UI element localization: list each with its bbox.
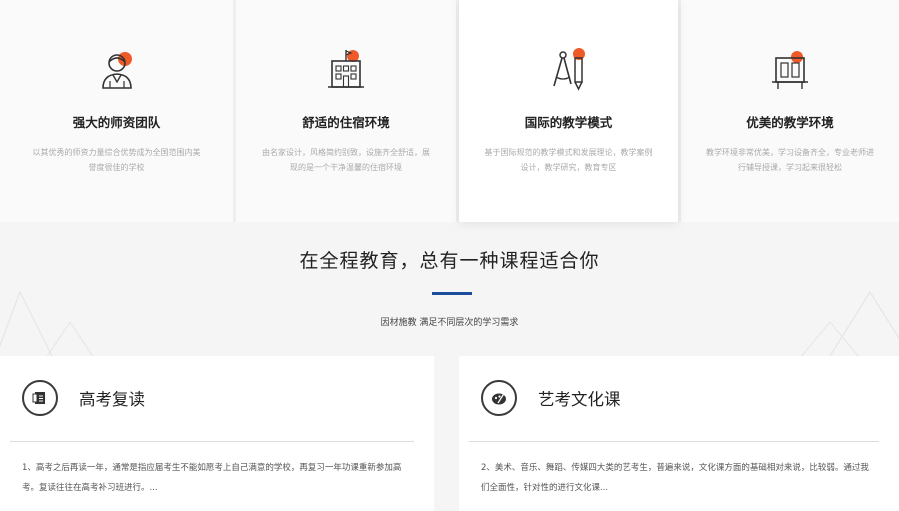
course-card-art-culture[interactable]: 艺考文化课 2、美术、音乐、舞蹈、传媒四大类的艺考生，普遍来说，文化课方面的基础…: [459, 356, 899, 511]
title-underline: [432, 292, 472, 295]
courses-section: 在全程教育，总有一种课程适合你 因材施教 满足不同层次的学习需求 高考复读 1、…: [0, 222, 899, 511]
document-icon: [22, 380, 58, 416]
feature-card-dorm[interactable]: 舒适的住宿环境 由名家设计，风格简约别致，设施齐全舒适，展现的是一个干净温馨的住…: [236, 0, 456, 222]
section-title: 在全程教育，总有一种课程适合你: [299, 250, 600, 272]
compass-pencil-icon: [543, 44, 595, 96]
feature-card-environment[interactable]: 优美的教学环境 教学环境非常优美，学习设备齐全，专业老师进行辅导授课，学习起来很…: [681, 0, 899, 222]
feature-title: 强大的师资团队: [72, 115, 161, 130]
feature-card-teachers[interactable]: 强大的师资团队 以其优秀的师资力量综合优势成为全国范围内美誉度很佳的学校: [0, 0, 233, 222]
section-subtitle: 因材施教 满足不同层次的学习需求: [380, 318, 519, 328]
feature-title: 国际的教学模式: [524, 115, 613, 130]
features-row: 强大的师资团队 以其优秀的师资力量综合优势成为全国范围内美誉度很佳的学校 舒适的…: [0, 0, 899, 222]
feature-description: 教学环境非常优美，学习设备齐全，专业老师进行辅导授课，学习起来很轻松: [706, 148, 874, 172]
feature-card-teaching-mode[interactable]: 国际的教学模式 基于国际规范的教学模式和发展理论，教学案例设计，教学研究，教育专…: [459, 0, 678, 222]
teacher-icon: [91, 44, 143, 96]
desk-icon: [764, 44, 816, 96]
course-title: 高考复读: [79, 390, 145, 409]
feature-title: 优美的教学环境: [746, 115, 834, 130]
feature-description: 基于国际规范的教学模式和发展理论，教学案例设计，教学研究，教育专区: [484, 148, 653, 172]
card-header: 高考复读: [22, 380, 145, 416]
palette-icon: [481, 380, 517, 416]
feature-description: 以其优秀的师资力量综合优势成为全国范围内美誉度很佳的学校: [32, 148, 201, 172]
feature-title: 舒适的住宿环境: [302, 115, 390, 130]
course-title: 艺考文化课: [538, 390, 621, 409]
feature-description: 由名家设计，风格简约别致，设施齐全舒适，展现的是一个干净温馨的住宿环境: [262, 148, 430, 172]
divider: [10, 441, 414, 442]
course-description: 2、美术、音乐、舞蹈、传媒四大类的艺考生，普遍来说，文化课方面的基础相对来说，比…: [481, 463, 869, 493]
course-card-gaokao[interactable]: 高考复读 1、高考之后再读一年，通常是指应届考生不能如愿考上自己满意的学校，再复…: [0, 356, 434, 511]
building-icon: [320, 44, 372, 96]
course-description: 1、高考之后再读一年，通常是指应届考生不能如愿考上自己满意的学校，再复习一年功课…: [22, 463, 402, 493]
divider: [469, 441, 879, 442]
card-header: 艺考文化课: [481, 380, 621, 416]
